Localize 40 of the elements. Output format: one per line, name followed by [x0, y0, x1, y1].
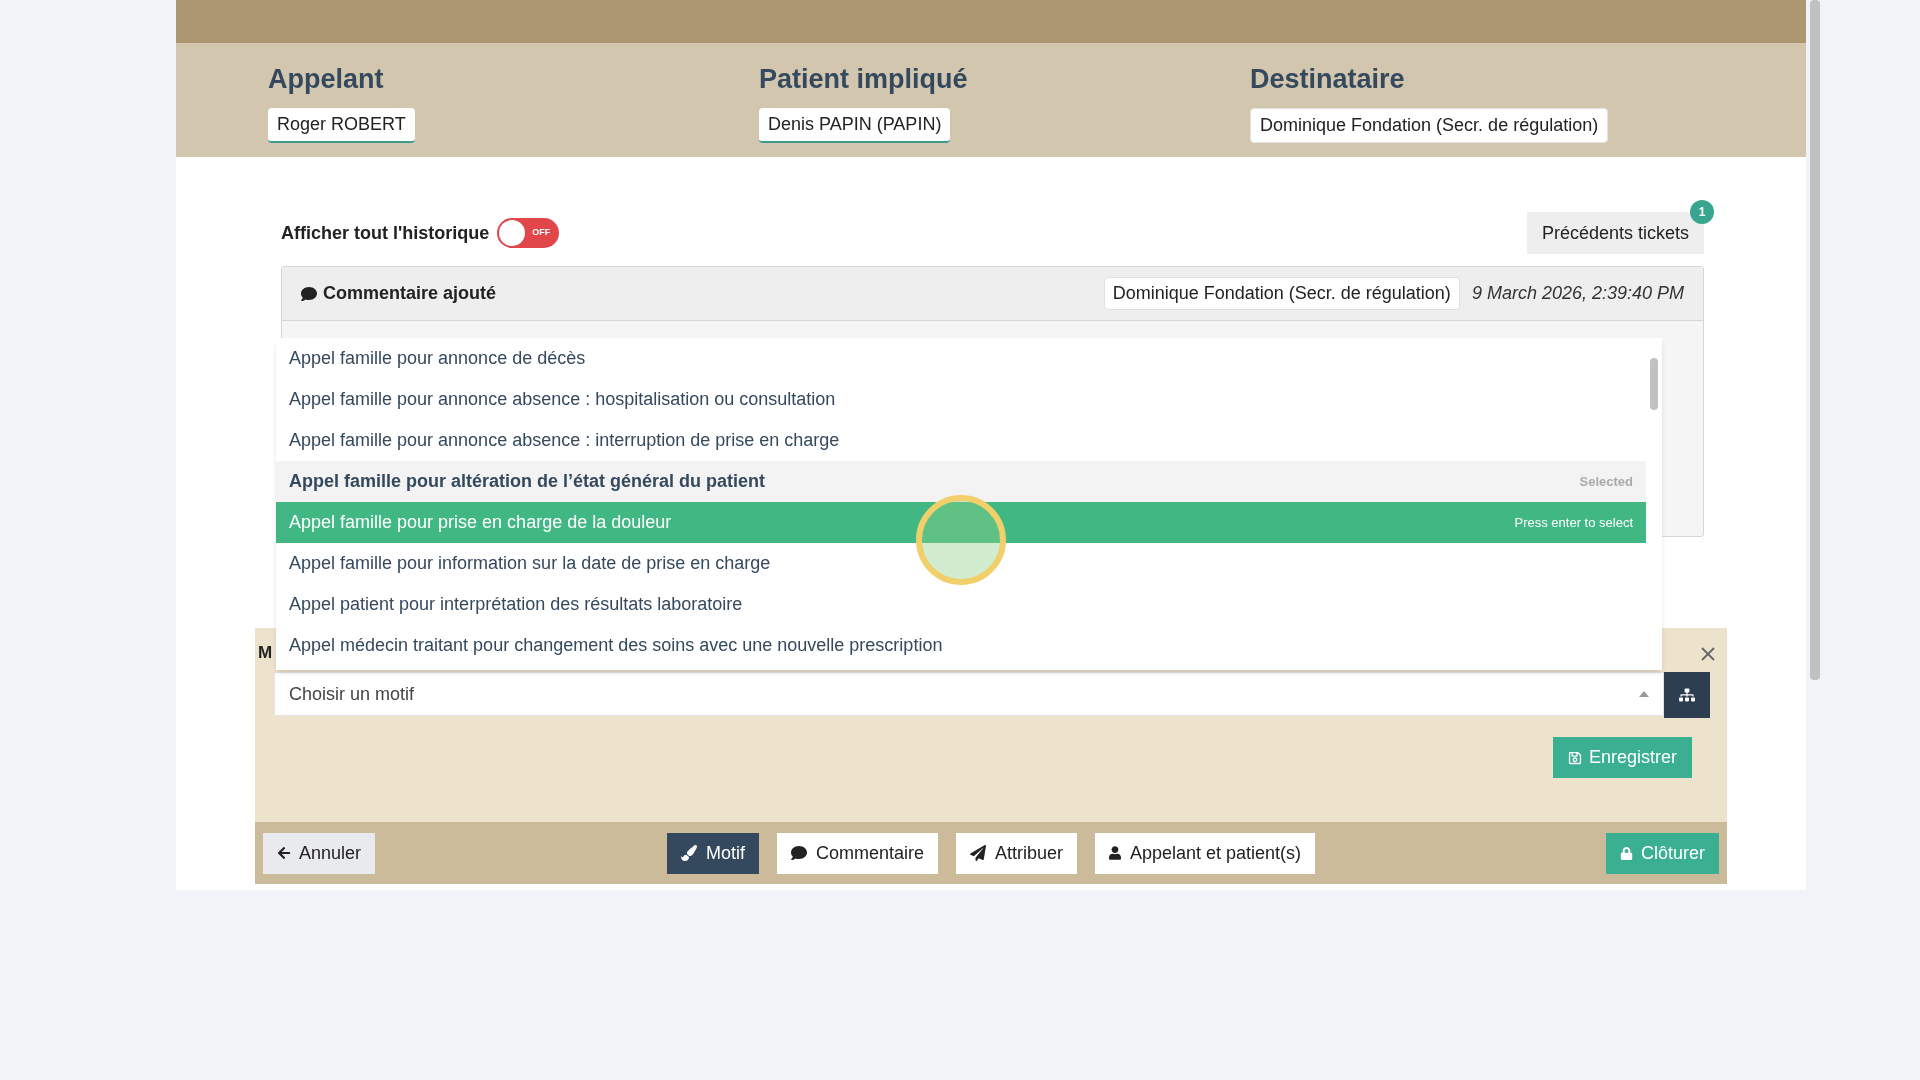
author-tag: Dominique Fondation (Secr. de régulation) — [1103, 277, 1460, 310]
page-scrollbar[interactable] — [1810, 0, 1820, 680]
speech-bubble-icon — [301, 285, 317, 302]
option-item[interactable]: Appel famille pour annonce absence : interruption de prise en charge — [276, 420, 1646, 461]
history-toggle[interactable]: OFF — [497, 218, 560, 248]
action-tab[interactable]: Commentaire — [776, 832, 938, 874]
cancel-button[interactable]: Annuler — [263, 832, 376, 874]
scrollbar[interactable] — [1646, 338, 1662, 670]
entry-title: Commentaire ajouté — [323, 282, 497, 305]
action-tab[interactable]: Motif — [666, 832, 759, 874]
history-toggle-label: Afficher tout l'historique — [281, 221, 490, 245]
arrow-left-icon — [277, 846, 291, 860]
hierarchy-icon — [1679, 687, 1695, 703]
party-heading: Destinataire — [1250, 63, 1405, 96]
save-icon — [1567, 750, 1582, 765]
speech-bubble-icon — [790, 845, 807, 861]
party-heading: Patient impliqué — [759, 63, 968, 96]
option-item[interactable]: Appel famille pour annonce absence : hospitalisation ou consultation — [276, 379, 1646, 420]
paper-plane-icon — [969, 845, 986, 861]
option-item[interactable]: Appel famille pour altération de l’état général du patient Selected — [276, 461, 1646, 502]
action-tab[interactable]: Attribuer — [955, 832, 1077, 874]
motif-select[interactable]: Choisir un motif — [274, 672, 1664, 716]
hierarchy-button[interactable] — [1664, 672, 1710, 718]
option-item[interactable]: Appel médecin traitant pour changement des soins avec une nouvelle prescription — [276, 625, 1646, 666]
brush-icon — [680, 845, 697, 861]
party-name: Roger ROBERT — [268, 107, 415, 143]
action-tab[interactable]: Appelant et patient(s) — [1095, 832, 1316, 874]
option-item[interactable]: Appel famille pour annonce de décès — [276, 338, 1646, 379]
user-icon — [1109, 845, 1121, 861]
option-item[interactable]: Appel famille pour information sur la date de prise en charge — [276, 543, 1646, 584]
panel-title: M — [258, 642, 273, 664]
caret-icon — [1639, 691, 1649, 697]
party-name: Dominique Fondation (Secr. de régulation) — [1250, 107, 1609, 143]
party-name: Denis PAPIN (PAPIN) — [759, 107, 951, 143]
motif-input[interactable]: Choisir un motif — [289, 680, 1639, 708]
party-heading: Appelant — [268, 63, 384, 96]
count-badge: 1 — [1690, 200, 1714, 224]
lock-icon — [1619, 846, 1633, 860]
option-item[interactable]: Appel patient pour interprétation des résultats laboratoire — [276, 584, 1646, 625]
entry-date: 9 March 2026, 2:39:40 PM — [1471, 282, 1684, 305]
